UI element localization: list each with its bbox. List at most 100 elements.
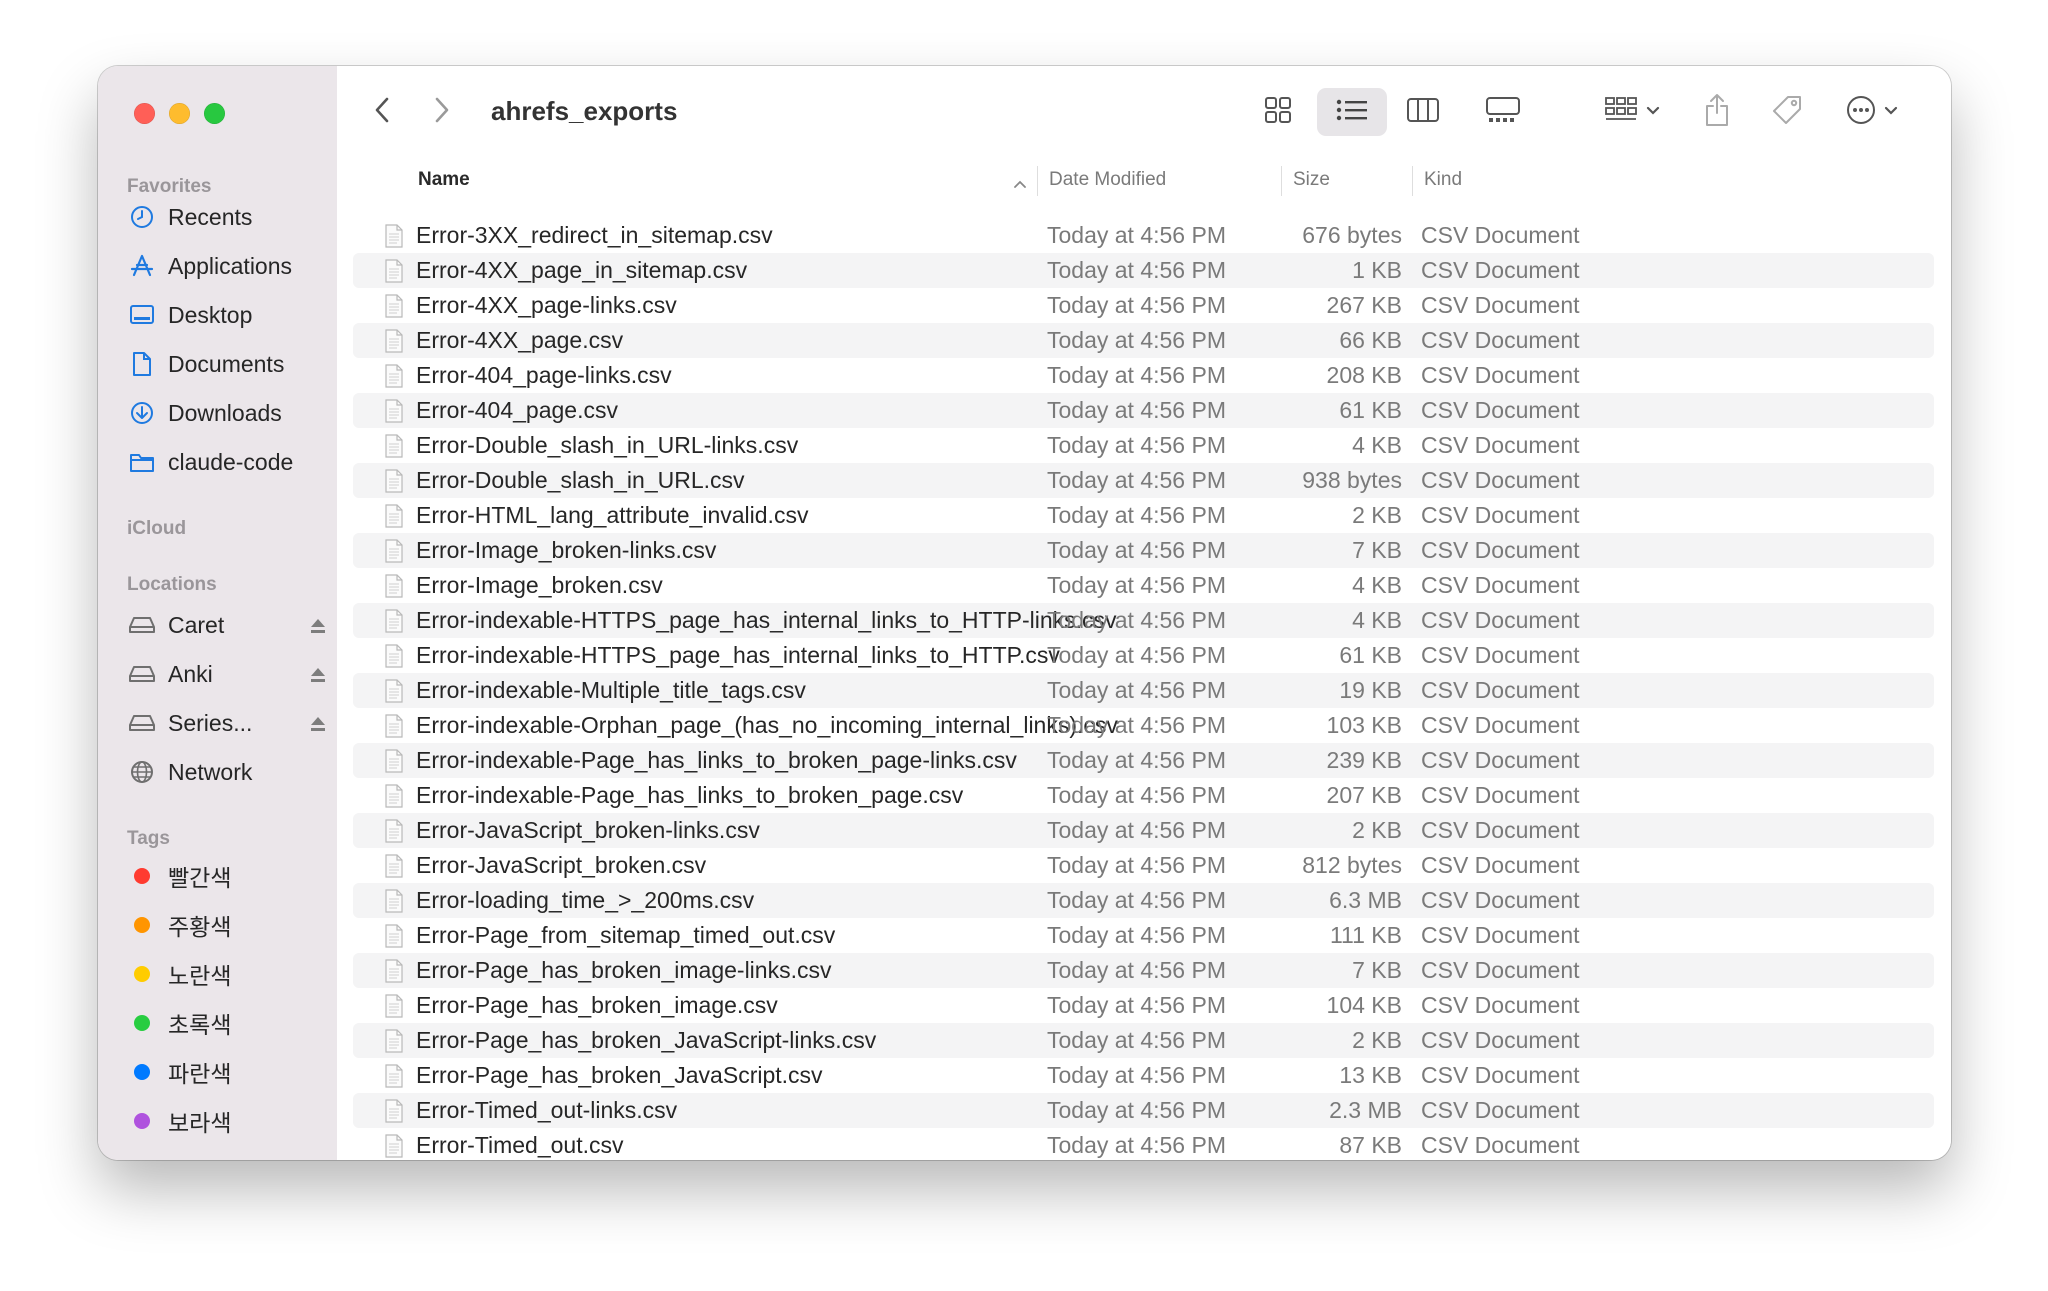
file-row[interactable]: Error-Double_slash_in_URL.csv Today at 4:… bbox=[353, 463, 1934, 498]
file-row[interactable]: Error-indexable-Multiple_title_tags.csv T… bbox=[353, 673, 1934, 708]
tags-heading: Tags bbox=[127, 828, 170, 849]
column-header-date[interactable]: Date Modified bbox=[1049, 169, 1166, 191]
sidebar-tag-green[interactable]: 초록색 bbox=[128, 1003, 328, 1043]
file-date: Today at 4:56 PM bbox=[1047, 677, 1226, 703]
sidebar-item-claude-code[interactable]: claude-code bbox=[128, 442, 328, 482]
file-row[interactable]: Error-Page_has_broken_image-links.csv Tod… bbox=[353, 953, 1934, 988]
column-header-size[interactable]: Size bbox=[1293, 169, 1330, 191]
sidebar-tag-red[interactable]: 빨간색 bbox=[128, 856, 328, 896]
file-row[interactable]: Error-Timed_out.csv Today at 4:56 PM 87 KB… bbox=[353, 1128, 1934, 1160]
file-row[interactable]: Error-indexable-Page_has_links_to_broken… bbox=[353, 778, 1934, 813]
file-row[interactable]: Error-JavaScript_broken-links.csv Today a… bbox=[353, 813, 1934, 848]
sidebar-item-label: Series... bbox=[168, 709, 253, 736]
tag-button[interactable] bbox=[1767, 88, 1807, 136]
file-row[interactable]: Error-Page_has_broken_JavaScript-links.c… bbox=[353, 1023, 1934, 1058]
ellipsis-circle-icon bbox=[1846, 95, 1876, 130]
minimize-button[interactable] bbox=[169, 103, 190, 124]
file-row[interactable]: Error-4XX_page.csv Today at 4:56 PM 66 KB C… bbox=[353, 323, 1934, 358]
file-row[interactable]: Error-Double_slash_in_URL-links.csv Today… bbox=[353, 428, 1934, 463]
icloud-heading[interactable]: iCloud bbox=[127, 518, 186, 540]
group-by-button[interactable] bbox=[1597, 88, 1667, 136]
file-row[interactable]: Error-indexable-HTTPS_page_has_internal_… bbox=[353, 638, 1934, 673]
file-name: Error-indexable-Page_has_links_to_broken… bbox=[416, 747, 1017, 773]
eject-icon[interactable] bbox=[308, 664, 328, 684]
file-date: Today at 4:56 PM bbox=[1047, 607, 1226, 633]
sidebar-item-applications[interactable]: Applications bbox=[128, 246, 328, 286]
column-divider[interactable] bbox=[1281, 166, 1282, 196]
forward-button[interactable] bbox=[427, 88, 457, 136]
file-row[interactable]: Error-JavaScript_broken.csv Today at 4:56… bbox=[353, 848, 1934, 883]
file-row[interactable]: Error-HTML_lang_attribute_invalid.csv Tod… bbox=[353, 498, 1934, 533]
more-actions-button[interactable] bbox=[1837, 88, 1907, 136]
file-name: Error-4XX_page_in_sitemap.csv bbox=[416, 257, 748, 283]
sidebar-item-series[interactable]: Series... bbox=[128, 703, 328, 743]
sidebar-tag-purple[interactable]: 보라색 bbox=[128, 1101, 328, 1141]
eject-icon[interactable] bbox=[308, 713, 328, 733]
file-name: Error-indexable-Orphan_page_(has_no_inco… bbox=[416, 712, 1118, 738]
sidebar-item-documents[interactable]: Documents bbox=[128, 344, 328, 384]
file-row[interactable]: Error-loading_time_>_200ms.csv Today at 4… bbox=[353, 883, 1934, 918]
sidebar-item-label: Documents bbox=[168, 350, 285, 377]
file-row[interactable]: Error-404_page-links.csv Today at 4:56 PM… bbox=[353, 358, 1934, 393]
csv-file-icon bbox=[383, 924, 405, 948]
file-row[interactable]: Error-4XX_page-links.csv Today at 4:56 PM… bbox=[353, 288, 1934, 323]
sidebar-tag-blue[interactable]: 파란색 bbox=[128, 1052, 328, 1092]
zoom-button[interactable] bbox=[204, 103, 225, 124]
back-button[interactable] bbox=[367, 88, 397, 136]
file-row[interactable]: Error-Image_broken.csv Today at 4:56 PM 4 … bbox=[353, 568, 1934, 603]
file-kind: CSV Document bbox=[1421, 607, 1580, 633]
sidebar-tag-yellow[interactable]: 노란색 bbox=[128, 954, 328, 994]
chevron-down-icon bbox=[1884, 103, 1898, 121]
column-header-kind[interactable]: Kind bbox=[1424, 169, 1462, 191]
file-size: 938 bytes bbox=[1302, 467, 1402, 493]
file-size: 267 KB bbox=[1326, 292, 1402, 318]
locations-heading: Locations bbox=[127, 574, 217, 595]
file-row[interactable]: Error-Page_has_broken_JavaScript.csv Toda… bbox=[353, 1058, 1934, 1093]
column-header: Name Date Modified Size Kind bbox=[337, 158, 1951, 205]
sidebar-item-desktop[interactable]: Desktop bbox=[128, 295, 328, 335]
csv-file-icon bbox=[383, 259, 405, 283]
document-icon bbox=[128, 350, 156, 378]
file-row[interactable]: Error-3XX_redirect_in_sitemap.csv Today a… bbox=[353, 218, 1934, 253]
sidebar-tag-orange[interactable]: 주황색 bbox=[128, 905, 328, 945]
list-view-button[interactable] bbox=[1317, 88, 1387, 136]
file-row[interactable]: Error-Image_broken-links.csv Today at 4:5… bbox=[353, 533, 1934, 568]
column-divider[interactable] bbox=[1412, 166, 1413, 196]
file-row[interactable]: Error-Page_has_broken_image.csv Today at … bbox=[353, 988, 1934, 1023]
csv-file-icon bbox=[383, 644, 405, 668]
column-view-button[interactable] bbox=[1397, 88, 1449, 136]
file-row[interactable]: Error-indexable-HTTPS_page_has_internal_… bbox=[353, 603, 1934, 638]
column-header-name[interactable]: Name bbox=[418, 169, 470, 191]
sidebar-item-network[interactable]: Network bbox=[128, 752, 328, 792]
sidebar-item-label: 노란색 bbox=[168, 963, 232, 989]
file-row[interactable]: Error-4XX_page_in_sitemap.csv Today at 4:… bbox=[353, 253, 1934, 288]
file-date: Today at 4:56 PM bbox=[1047, 432, 1226, 458]
sidebar-item-label: Recents bbox=[168, 203, 253, 230]
file-date: Today at 4:56 PM bbox=[1047, 1132, 1226, 1158]
sidebar-item-downloads[interactable]: Downloads bbox=[128, 393, 328, 433]
icon-view-button[interactable] bbox=[1253, 88, 1303, 136]
file-row[interactable]: Error-Page_from_sitemap_timed_out.csv Tod… bbox=[353, 918, 1934, 953]
sidebar-item-recents[interactable]: Recents bbox=[128, 197, 328, 237]
close-button[interactable] bbox=[134, 103, 155, 124]
file-size: 812 bytes bbox=[1302, 852, 1402, 878]
file-name: Error-Page_has_broken_JavaScript-links.c… bbox=[416, 1027, 877, 1053]
drive-icon bbox=[128, 709, 156, 737]
file-name: Error-Timed_out.csv bbox=[416, 1132, 624, 1158]
file-row[interactable]: Error-indexable-Page_has_links_to_broken… bbox=[353, 743, 1934, 778]
share-button[interactable] bbox=[1697, 88, 1737, 136]
sidebar-item-caret[interactable]: Caret bbox=[128, 605, 328, 645]
file-name: Error-JavaScript_broken.csv bbox=[416, 852, 707, 878]
column-divider[interactable] bbox=[1037, 166, 1038, 196]
gallery-view-button[interactable] bbox=[1477, 88, 1529, 136]
eject-icon[interactable] bbox=[308, 615, 328, 635]
file-date: Today at 4:56 PM bbox=[1047, 1062, 1226, 1088]
file-row[interactable]: Error-404_page.csv Today at 4:56 PM 61 KB C… bbox=[353, 393, 1934, 428]
file-name: Error-Page_has_broken_image.csv bbox=[416, 992, 778, 1018]
file-row[interactable]: Error-indexable-Orphan_page_(has_no_inco… bbox=[353, 708, 1934, 743]
sidebar-item-anki[interactable]: Anki bbox=[128, 654, 328, 694]
file-row[interactable]: Error-Timed_out-links.csv Today at 4:56 P… bbox=[353, 1093, 1934, 1128]
file-size: 111 KB bbox=[1329, 922, 1402, 948]
csv-file-icon bbox=[383, 749, 405, 773]
file-date: Today at 4:56 PM bbox=[1047, 397, 1226, 423]
